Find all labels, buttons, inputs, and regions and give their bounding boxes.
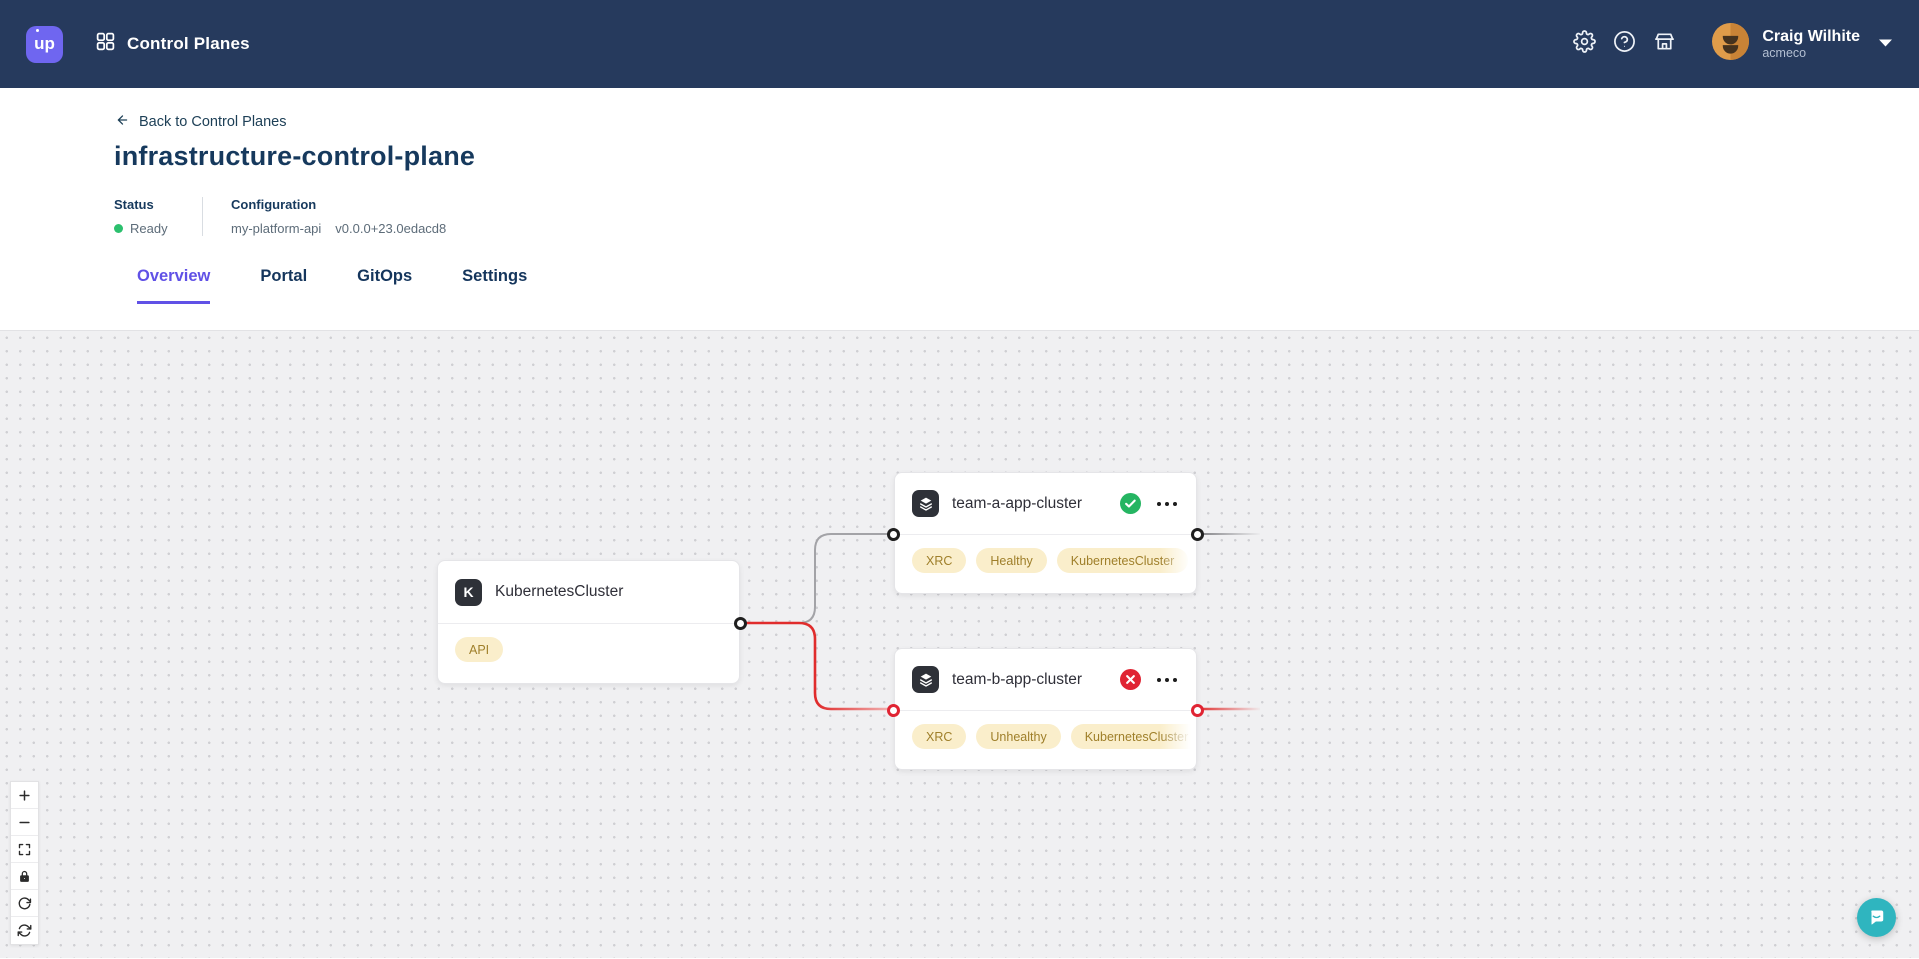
connection-handle-left[interactable] bbox=[887, 704, 900, 717]
configuration-block: Configuration my-platform-api v0.0.0+23.… bbox=[217, 197, 446, 236]
badge-kind: KubernetesCluster bbox=[1057, 548, 1189, 573]
node-header: team-a-app-cluster bbox=[895, 473, 1196, 535]
help-circle-icon bbox=[1613, 30, 1636, 58]
connection-handle-right[interactable] bbox=[734, 617, 747, 630]
node-title: KubernetesCluster bbox=[495, 583, 623, 601]
configuration-value: my-platform-api v0.0.0+23.0edacd8 bbox=[231, 221, 446, 236]
avatar bbox=[1712, 23, 1749, 65]
storefront-icon bbox=[1653, 30, 1676, 58]
node-header: team-b-app-cluster bbox=[895, 649, 1196, 711]
edge-k8s-to-team-a bbox=[741, 534, 894, 623]
fit-view-icon bbox=[17, 842, 32, 857]
minus-icon bbox=[17, 815, 32, 830]
configuration-name: my-platform-api bbox=[231, 221, 321, 236]
refresh-icon bbox=[17, 923, 32, 938]
layers-icon bbox=[912, 490, 939, 517]
app-switcher[interactable]: Control Planes bbox=[95, 31, 250, 57]
plus-icon bbox=[17, 788, 32, 803]
connection-handle-right[interactable] bbox=[1191, 704, 1204, 717]
status-text: Ready bbox=[130, 221, 168, 236]
settings-button[interactable] bbox=[1564, 24, 1604, 64]
tab-settings[interactable]: Settings bbox=[462, 267, 527, 304]
meta-divider bbox=[202, 197, 203, 236]
node-kubernetes-cluster[interactable]: K KubernetesCluster API bbox=[437, 560, 740, 684]
page-title: infrastructure-control-plane bbox=[114, 141, 1919, 172]
user-name: Craig Wilhite bbox=[1762, 28, 1860, 46]
configuration-version: v0.0.0+23.0edacd8 bbox=[335, 221, 446, 236]
node-header: K KubernetesCluster bbox=[438, 561, 739, 624]
zoom-in-button[interactable] bbox=[11, 782, 38, 809]
refresh-button[interactable] bbox=[11, 917, 38, 944]
gear-icon bbox=[1573, 30, 1596, 58]
meta-row: Status Ready Configuration my-platform-a… bbox=[114, 197, 1919, 236]
kubernetes-k-icon: K bbox=[455, 579, 482, 606]
back-link[interactable]: Back to Control Planes bbox=[114, 113, 287, 131]
node-team-a-app-cluster[interactable]: team-a-app-cluster XRC Healthy Kubernete… bbox=[894, 472, 1197, 594]
tab-portal[interactable]: Portal bbox=[260, 267, 307, 304]
badge-unhealthy: Unhealthy bbox=[976, 724, 1060, 749]
layers-icon bbox=[912, 666, 939, 693]
chevron-down-icon bbox=[1878, 35, 1893, 53]
user-menu[interactable]: Craig Wilhite acmeco bbox=[1712, 23, 1893, 65]
user-org: acmeco bbox=[1762, 46, 1860, 61]
tab-bar: Overview Portal GitOps Settings bbox=[114, 267, 1919, 304]
grid-icon bbox=[95, 31, 116, 57]
node-options-menu[interactable] bbox=[1155, 498, 1179, 510]
marketplace-button[interactable] bbox=[1644, 24, 1684, 64]
rotate-button[interactable] bbox=[11, 890, 38, 917]
node-title: team-b-app-cluster bbox=[952, 671, 1082, 689]
unhealthy-x-icon bbox=[1120, 669, 1141, 690]
connection-handle-left[interactable] bbox=[887, 528, 900, 541]
tab-overview[interactable]: Overview bbox=[137, 267, 210, 304]
canvas-controls bbox=[10, 781, 39, 945]
help-button[interactable] bbox=[1604, 24, 1644, 64]
arrow-left-icon bbox=[114, 113, 131, 131]
node-badges: XRC Unhealthy KubernetesCluster bbox=[895, 711, 1196, 762]
fit-view-button[interactable] bbox=[11, 836, 38, 863]
healthy-check-icon bbox=[1120, 493, 1141, 514]
badge-xrc: XRC bbox=[912, 548, 966, 573]
badge-xrc: XRC bbox=[912, 724, 966, 749]
status-ready-dot bbox=[114, 224, 123, 233]
page-header: Back to Control Planes infrastructure-co… bbox=[0, 88, 1919, 304]
app-title: Control Planes bbox=[127, 34, 250, 54]
edge-k8s-to-team-b bbox=[741, 623, 894, 709]
status-value: Ready bbox=[114, 221, 202, 236]
node-options-menu[interactable] bbox=[1155, 674, 1179, 686]
graph-canvas[interactable]: K KubernetesCluster API team-a-app-clust… bbox=[0, 330, 1919, 958]
graph-edges bbox=[0, 331, 1919, 959]
lock-button[interactable] bbox=[11, 863, 38, 890]
back-link-label: Back to Control Planes bbox=[139, 114, 287, 130]
tab-gitops[interactable]: GitOps bbox=[357, 267, 412, 304]
configuration-label: Configuration bbox=[231, 197, 446, 212]
node-title: team-a-app-cluster bbox=[952, 495, 1082, 513]
node-badges: XRC Healthy KubernetesCluster bbox=[895, 535, 1196, 586]
connection-handle-right[interactable] bbox=[1191, 528, 1204, 541]
status-block: Status Ready bbox=[114, 197, 202, 236]
chat-bubble-icon bbox=[1866, 907, 1887, 928]
user-names: Craig Wilhite acmeco bbox=[1762, 28, 1860, 61]
node-team-b-app-cluster[interactable]: team-b-app-cluster XRC Unhealthy Kuberne… bbox=[894, 648, 1197, 770]
upbound-logo[interactable]: up bbox=[26, 26, 63, 63]
zoom-out-button[interactable] bbox=[11, 809, 38, 836]
rotate-cw-icon bbox=[17, 896, 32, 911]
lock-icon bbox=[17, 869, 32, 884]
badge-healthy: Healthy bbox=[976, 548, 1046, 573]
logo-text: up bbox=[34, 34, 55, 54]
status-label: Status bbox=[114, 197, 202, 212]
chat-launcher-button[interactable] bbox=[1857, 898, 1896, 937]
top-navbar: up Control Planes bbox=[0, 0, 1919, 88]
badge-api: API bbox=[455, 637, 503, 662]
badge-kind: KubernetesCluster bbox=[1071, 724, 1196, 749]
node-badges: API bbox=[438, 624, 739, 675]
